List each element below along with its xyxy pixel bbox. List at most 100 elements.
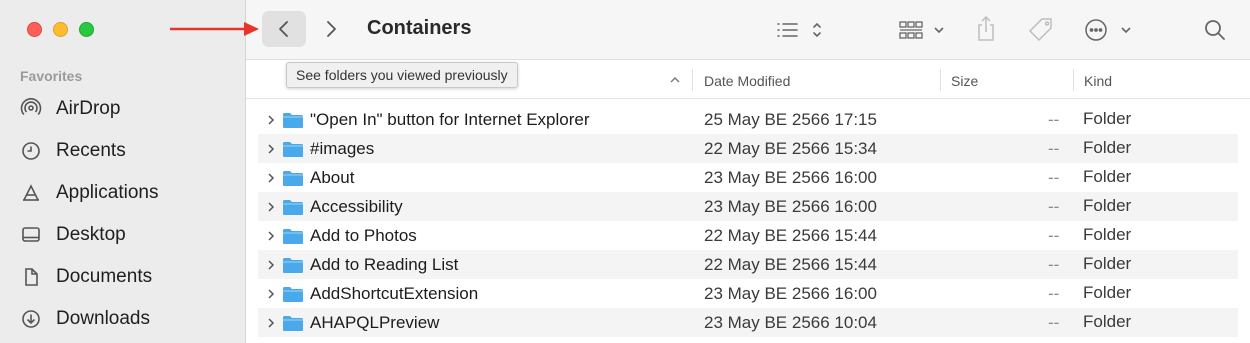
- column-date-modified[interactable]: Date Modified: [704, 73, 790, 89]
- list-view-icon: [777, 22, 821, 38]
- ellipsis-circle-icon: [1085, 19, 1131, 41]
- table-row[interactable]: Accessibility 23 May BE 2566 16:00 -- Fo…: [258, 192, 1238, 221]
- file-size: --: [1048, 139, 1060, 158]
- table-row[interactable]: About 23 May BE 2566 16:00 -- Folder: [258, 163, 1238, 192]
- search-icon: [1205, 20, 1225, 40]
- file-size: --: [1048, 110, 1060, 129]
- file-name: About: [310, 168, 355, 187]
- sidebar-item-documents[interactable]: Documents: [20, 262, 152, 292]
- file-name: "Open In" button for Internet Explorer: [310, 110, 590, 129]
- back-button[interactable]: [262, 11, 306, 47]
- sidebar-item-desktop[interactable]: Desktop: [20, 220, 126, 250]
- file-name: Add to Reading List: [310, 255, 459, 274]
- window-controls: [27, 22, 94, 37]
- zoom-window-button[interactable]: [79, 22, 94, 37]
- disclosure-chevron-icon[interactable]: [266, 317, 276, 329]
- document-icon: [25, 268, 38, 286]
- table-row[interactable]: "Open In" button for Internet Explorer 2…: [258, 105, 1238, 134]
- download-icon: [22, 310, 40, 328]
- chevron-right-icon: [327, 21, 336, 37]
- file-kind: Folder: [1083, 283, 1132, 302]
- sidebar-item-label: Applications: [56, 182, 159, 203]
- tag-icon: [1028, 18, 1052, 42]
- file-size: --: [1048, 284, 1060, 303]
- search-button[interactable]: [1200, 16, 1230, 44]
- file-size: --: [1048, 255, 1060, 274]
- close-window-button[interactable]: [27, 22, 42, 37]
- table-row[interactable]: AddShortcutExtension 23 May BE 2566 16:0…: [258, 279, 1238, 308]
- grid-icon: [899, 21, 944, 39]
- file-size: --: [1048, 197, 1060, 216]
- annotation-arrow: [170, 22, 259, 36]
- file-size: --: [1048, 313, 1060, 332]
- sidebar-item-label: Desktop: [56, 224, 126, 245]
- sidebar-item-airdrop[interactable]: AirDrop: [20, 94, 120, 124]
- file-kind: Folder: [1083, 225, 1132, 244]
- view-options-button[interactable]: [776, 17, 828, 43]
- file-name: AHAPQLPreview: [310, 313, 440, 332]
- file-kind: Folder: [1083, 312, 1132, 331]
- disclosure-chevron-icon[interactable]: [266, 143, 276, 155]
- disclosure-chevron-icon[interactable]: [266, 201, 276, 213]
- file-kind: Folder: [1083, 109, 1132, 128]
- file-kind: Folder: [1083, 138, 1132, 157]
- applications-icon: [23, 184, 39, 201]
- minimize-window-button[interactable]: [53, 22, 68, 37]
- desktop-icon: [22, 227, 40, 242]
- date-modified: 22 May BE 2566 15:34: [704, 139, 877, 158]
- forward-button[interactable]: [316, 11, 346, 47]
- sidebar-item-recents[interactable]: Recents: [20, 136, 126, 166]
- date-modified: 22 May BE 2566 15:44: [704, 226, 877, 245]
- file-kind: Folder: [1083, 196, 1132, 215]
- sidebar-item-applications[interactable]: Applications: [20, 178, 158, 208]
- disclosure-chevron-icon[interactable]: [266, 288, 276, 300]
- toolbar: Containers: [246, 0, 1250, 60]
- sidebar-item-label: Recents: [56, 140, 126, 161]
- more-actions-button[interactable]: [1084, 16, 1136, 44]
- file-size: --: [1048, 226, 1060, 245]
- date-modified: 23 May BE 2566 16:00: [704, 197, 877, 216]
- folder-icon: [283, 171, 303, 186]
- window-title: Containers: [367, 17, 472, 39]
- sort-ascending-icon[interactable]: [669, 74, 681, 86]
- file-list: "Open In" button for Internet Explorer 2…: [258, 105, 1238, 337]
- folder-icon: [283, 229, 303, 244]
- table-row[interactable]: Add to Reading List 22 May BE 2566 15:44…: [258, 250, 1238, 279]
- disclosure-chevron-icon[interactable]: [266, 259, 276, 271]
- tags-button[interactable]: [1024, 15, 1058, 45]
- table-row[interactable]: Add to Photos 22 May BE 2566 15:44 -- Fo…: [258, 221, 1238, 250]
- table-row[interactable]: AHAPQLPreview 23 May BE 2566 10:04 -- Fo…: [258, 308, 1238, 337]
- share-icon: [978, 15, 994, 41]
- file-size: --: [1048, 168, 1060, 187]
- disclosure-chevron-icon[interactable]: [266, 172, 276, 184]
- file-kind: Folder: [1083, 254, 1132, 273]
- column-kind[interactable]: Kind: [1084, 73, 1112, 89]
- file-kind: Folder: [1083, 167, 1132, 186]
- date-modified: 23 May BE 2566 16:00: [704, 168, 877, 187]
- folder-icon: [283, 287, 303, 302]
- sidebar: Favorites AirDrop Recents Applications D…: [0, 0, 246, 343]
- file-name: #images: [310, 139, 375, 158]
- sidebar-item-downloads[interactable]: Downloads: [20, 304, 150, 334]
- chevron-left-icon: [279, 21, 288, 37]
- table-row[interactable]: #images 22 May BE 2566 15:34 -- Folder: [258, 134, 1238, 163]
- column-size[interactable]: Size: [951, 73, 978, 89]
- file-name: AddShortcutExtension: [310, 284, 479, 303]
- date-modified: 22 May BE 2566 15:44: [704, 255, 877, 274]
- date-modified: 23 May BE 2566 16:00: [704, 284, 877, 303]
- date-modified: 25 May BE 2566 17:15: [704, 110, 877, 129]
- file-name: Accessibility: [310, 197, 403, 216]
- sidebar-item-label: Downloads: [56, 308, 150, 329]
- back-button-tooltip: See folders you viewed previously: [286, 62, 518, 88]
- sidebar-section-favorites: Favorites: [20, 68, 83, 84]
- disclosure-chevron-icon[interactable]: [266, 114, 276, 126]
- date-modified: 23 May BE 2566 10:04: [704, 313, 877, 332]
- folder-icon: [283, 200, 303, 215]
- group-button[interactable]: [898, 17, 950, 43]
- share-button[interactable]: [972, 12, 1000, 46]
- file-name: Add to Photos: [310, 226, 417, 245]
- folder-icon: [283, 142, 303, 157]
- clock-icon: [22, 142, 40, 160]
- disclosure-chevron-icon[interactable]: [266, 230, 276, 242]
- folder-icon: [283, 258, 303, 273]
